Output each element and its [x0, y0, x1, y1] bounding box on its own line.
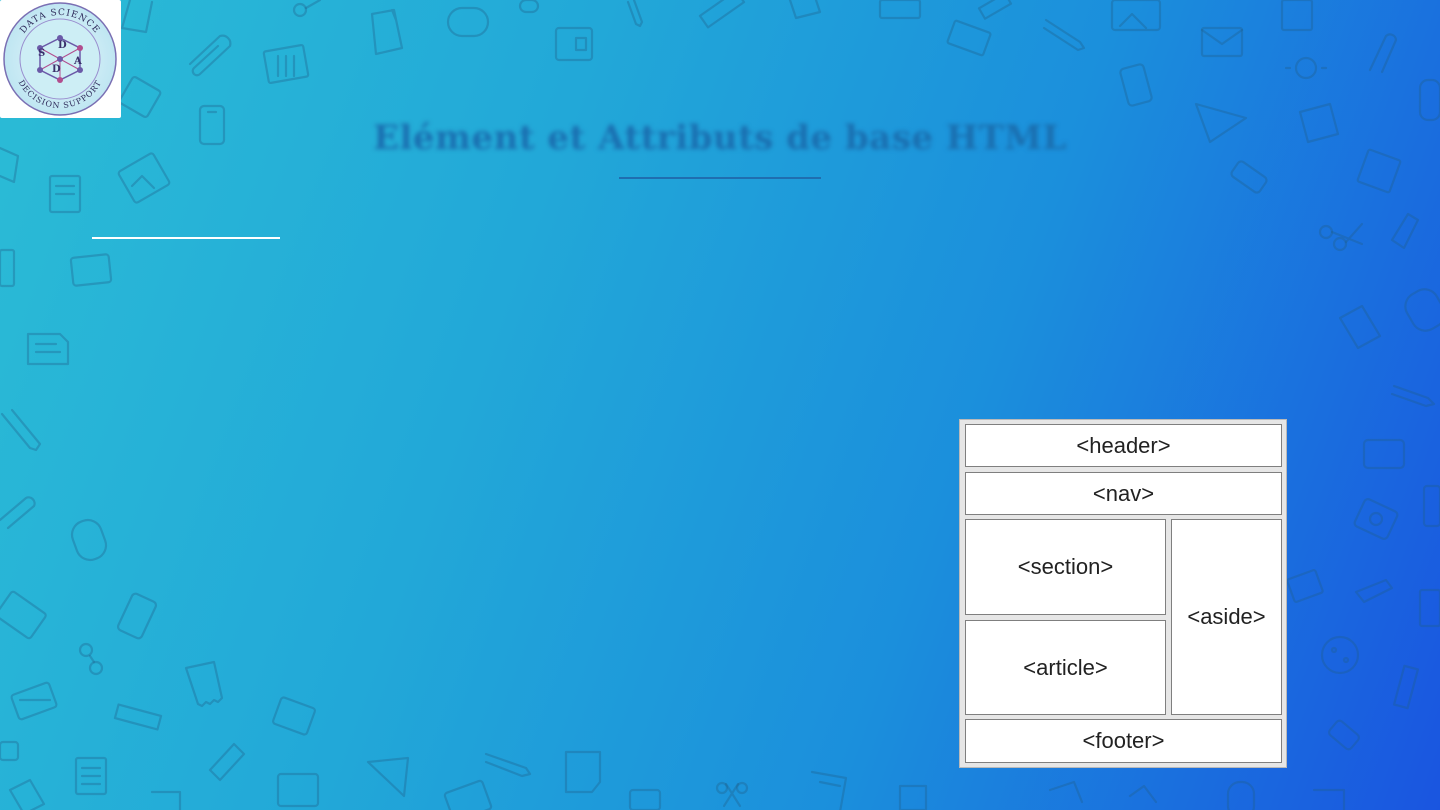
article-block: <article> — [965, 620, 1166, 715]
pencil-icon — [484, 752, 532, 778]
pencil-icon — [1390, 384, 1436, 408]
envelope-icon — [1286, 569, 1324, 603]
logo-letter: D — [52, 64, 61, 75]
tablet-icon — [1362, 438, 1406, 470]
tablet-icon — [1422, 484, 1440, 528]
phone-icon — [116, 592, 158, 640]
logo-letter: S — [38, 48, 45, 59]
scissors-icon — [1318, 222, 1364, 252]
receipt-icon — [184, 660, 224, 708]
document-icon — [370, 8, 404, 56]
wallet-icon — [276, 772, 320, 808]
pencil-icon — [626, 0, 644, 28]
document-icon — [788, 0, 822, 20]
phone-icon — [1119, 63, 1153, 107]
notebook-icon — [0, 248, 16, 288]
ruler-icon — [113, 703, 163, 731]
ruler-icon — [977, 0, 1013, 20]
paperclip-icon — [1368, 33, 1398, 74]
card-icon — [0, 590, 47, 640]
mouse-icon — [446, 6, 490, 38]
html-layout-diagram: <header> <nav> <section> <aside> <articl… — [959, 419, 1287, 768]
document-icon — [150, 790, 182, 810]
image-frame-icon — [443, 779, 493, 810]
usb-drive-icon — [0, 740, 20, 762]
marker-icon — [1390, 212, 1420, 250]
mouse-icon — [518, 0, 540, 14]
document-icon — [1312, 788, 1346, 810]
mouse-icon — [1226, 780, 1256, 810]
receipt-icon — [898, 784, 928, 810]
wallet-icon — [554, 26, 594, 62]
mouse-icon — [1404, 288, 1440, 332]
marker-icon — [208, 742, 246, 782]
decorative-divider — [92, 237, 280, 239]
glasses-icon — [78, 642, 104, 676]
wallet-icon — [118, 76, 162, 118]
card-icon — [272, 696, 316, 736]
notepad-icon — [1280, 0, 1314, 32]
footer-block: <footer> — [965, 719, 1282, 763]
paperclip-icon — [0, 496, 36, 530]
document-icon — [8, 778, 46, 810]
mouse-icon — [1418, 78, 1440, 122]
scissors-icon — [715, 781, 749, 808]
notepad-icon — [48, 174, 82, 214]
logo-emblem-icon: S D D A DATA SCIENCE DECISION SUPPORT — [3, 2, 117, 116]
set-square-icon — [366, 756, 410, 798]
logo-letter: D — [58, 40, 67, 51]
document-icon — [1128, 784, 1158, 804]
document-icon — [1048, 780, 1084, 804]
image-frame-icon — [117, 152, 171, 204]
document-text-icon — [810, 770, 848, 810]
pencil-icon — [0, 408, 42, 452]
scissors-icon — [292, 0, 322, 18]
notepad-icon — [262, 43, 310, 85]
paperclip-icon — [188, 34, 232, 77]
slide-title: Elément et Attributs de base HTML — [373, 118, 1067, 158]
mouse-icon — [70, 518, 108, 562]
document-text-icon — [26, 332, 70, 366]
card-icon — [10, 681, 58, 721]
notepad-icon — [1418, 588, 1440, 628]
envelope-icon — [1200, 26, 1244, 58]
title-underline — [619, 177, 821, 179]
logo-letter: A — [73, 56, 82, 67]
header-block: <header> — [965, 424, 1282, 467]
aside-block: <aside> — [1171, 519, 1282, 715]
notepad-icon — [74, 756, 108, 796]
document-icon — [564, 750, 602, 794]
camera-icon — [1353, 498, 1399, 540]
tablet-icon — [69, 253, 113, 287]
image-frame-icon — [1110, 0, 1162, 32]
usb-drive-icon — [1328, 719, 1360, 751]
ruler-icon — [698, 0, 746, 29]
watch-icon — [1284, 56, 1328, 80]
image-frame-icon — [628, 788, 662, 810]
nav-block: <nav> — [965, 472, 1282, 515]
cookie-icon — [1320, 635, 1360, 675]
ruler-icon — [1392, 664, 1420, 710]
document-icon — [120, 0, 154, 34]
document-icon — [1338, 304, 1382, 350]
envelope-icon — [946, 19, 992, 57]
data-science-decision-support-logo: S D D A DATA SCIENCE DECISION SUPPORT — [0, 0, 121, 118]
section-block: <section> — [965, 519, 1166, 615]
notepad-icon — [878, 0, 922, 20]
pencil-icon — [1042, 18, 1086, 52]
usb-drive-icon — [1230, 160, 1268, 194]
marker-icon — [1354, 578, 1394, 604]
